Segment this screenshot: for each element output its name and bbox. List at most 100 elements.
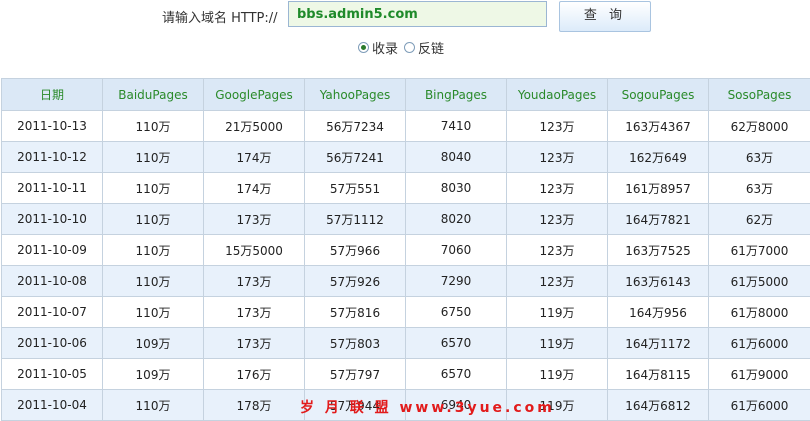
pages-cell: 110万 <box>103 235 204 266</box>
pages-cell: 57万816 <box>305 297 406 328</box>
pages-cell: 21万5000 <box>204 111 305 142</box>
pages-cell: 164万8115 <box>608 359 709 390</box>
pages-cell: 109万 <box>103 328 204 359</box>
query-form: 请输入域名 HTTP:// 查 询 收录 反链 <box>0 0 810 62</box>
table-row: 2011-10-08110万173万57万9267290123万163万6143… <box>2 266 810 297</box>
pages-cell: 174万 <box>204 173 305 204</box>
pages-cell: 176万 <box>204 359 305 390</box>
table-row: 2011-10-11110万174万57万5518030123万161万8957… <box>2 173 810 204</box>
pages-cell: 6570 <box>406 359 507 390</box>
date-cell: 2011-10-05 <box>2 359 103 390</box>
column-header-date: 日期 <box>2 79 103 111</box>
column-header-sogou: SogouPages <box>608 79 709 111</box>
table-row: 2011-10-10110万173万57万11128020123万164万782… <box>2 204 810 235</box>
radio-unselected-icon[interactable] <box>404 42 415 53</box>
date-cell: 2011-10-11 <box>2 173 103 204</box>
pages-cell: 62万8000 <box>709 111 810 142</box>
pages-cell: 7060 <box>406 235 507 266</box>
pages-cell: 61万6000 <box>709 328 810 359</box>
pages-cell: 110万 <box>103 111 204 142</box>
domain-label: 请输入域名 HTTP:// <box>162 7 278 26</box>
pages-cell: 57万966 <box>305 235 406 266</box>
pages-cell: 110万 <box>103 142 204 173</box>
pages-cell: 61万5000 <box>709 266 810 297</box>
pages-cell: 7290 <box>406 266 507 297</box>
pages-cell: 8040 <box>406 142 507 173</box>
pages-cell: 62万 <box>709 204 810 235</box>
date-cell: 2011-10-04 <box>2 390 103 421</box>
pages-cell: 57万1112 <box>305 204 406 235</box>
column-header-bing: BingPages <box>406 79 507 111</box>
table-row: 2011-10-13110万21万500056万72347410123万163万… <box>2 111 810 142</box>
pages-cell: 119万 <box>507 328 608 359</box>
pages-table: 日期 BaiduPages GooglePages YahooPages Bin… <box>1 78 810 421</box>
pages-cell: 109万 <box>103 359 204 390</box>
query-button[interactable]: 查 询 <box>559 1 651 32</box>
pages-cell: 163万6143 <box>608 266 709 297</box>
watermark-text: 岁 月 联 盟 www.3yue.com <box>300 397 555 417</box>
pages-cell: 164万1172 <box>608 328 709 359</box>
date-cell: 2011-10-09 <box>2 235 103 266</box>
column-header-soso: SosoPages <box>709 79 810 111</box>
radio-fanlian-label: 反链 <box>418 38 444 57</box>
pages-cell: 119万 <box>507 359 608 390</box>
pages-cell: 57万926 <box>305 266 406 297</box>
pages-cell: 110万 <box>103 173 204 204</box>
pages-cell: 174万 <box>204 142 305 173</box>
pages-cell: 63万 <box>709 142 810 173</box>
pages-cell: 8030 <box>406 173 507 204</box>
radio-fanlian[interactable]: 反链 <box>404 38 444 57</box>
pages-cell: 15万5000 <box>204 235 305 266</box>
pages-cell: 110万 <box>103 297 204 328</box>
pages-cell: 56万7241 <box>305 142 406 173</box>
pages-cell: 163万4367 <box>608 111 709 142</box>
pages-cell: 123万 <box>507 142 608 173</box>
date-cell: 2011-10-08 <box>2 266 103 297</box>
pages-cell: 110万 <box>103 266 204 297</box>
domain-input[interactable] <box>288 1 547 27</box>
pages-cell: 61万8000 <box>709 297 810 328</box>
pages-cell: 8020 <box>406 204 507 235</box>
pages-cell: 164万6812 <box>608 390 709 421</box>
pages-cell: 61万9000 <box>709 359 810 390</box>
pages-cell: 173万 <box>204 328 305 359</box>
date-cell: 2011-10-07 <box>2 297 103 328</box>
pages-cell: 123万 <box>507 266 608 297</box>
table-row: 2011-10-06109万173万57万8036570119万164万1172… <box>2 328 810 359</box>
pages-cell: 56万7234 <box>305 111 406 142</box>
pages-cell: 173万 <box>204 266 305 297</box>
pages-cell: 123万 <box>507 173 608 204</box>
pages-cell: 61万7000 <box>709 235 810 266</box>
pages-cell: 110万 <box>103 204 204 235</box>
column-header-youdao: YoudaoPages <box>507 79 608 111</box>
pages-cell: 123万 <box>507 235 608 266</box>
pages-cell: 163万7525 <box>608 235 709 266</box>
column-header-baidu: BaiduPages <box>103 79 204 111</box>
pages-cell: 164万956 <box>608 297 709 328</box>
pages-cell: 173万 <box>204 204 305 235</box>
radio-shoulu-label: 收录 <box>372 38 398 57</box>
date-cell: 2011-10-10 <box>2 204 103 235</box>
pages-cell: 63万 <box>709 173 810 204</box>
pages-cell: 164万7821 <box>608 204 709 235</box>
pages-cell: 123万 <box>507 204 608 235</box>
pages-cell: 123万 <box>507 111 608 142</box>
pages-cell: 57万797 <box>305 359 406 390</box>
radio-shoulu[interactable]: 收录 <box>358 38 398 57</box>
date-cell: 2011-10-12 <box>2 142 103 173</box>
table-row: 2011-10-12110万174万56万72418040123万162万649… <box>2 142 810 173</box>
column-header-google: GooglePages <box>204 79 305 111</box>
pages-cell: 7410 <box>406 111 507 142</box>
radio-selected-icon[interactable] <box>358 42 369 53</box>
date-cell: 2011-10-06 <box>2 328 103 359</box>
pages-cell: 162万649 <box>608 142 709 173</box>
pages-cell: 6570 <box>406 328 507 359</box>
column-header-yahoo: YahooPages <box>305 79 406 111</box>
pages-cell: 110万 <box>103 390 204 421</box>
pages-cell: 161万8957 <box>608 173 709 204</box>
pages-cell: 57万551 <box>305 173 406 204</box>
date-cell: 2011-10-13 <box>2 111 103 142</box>
pages-cell: 61万6000 <box>709 390 810 421</box>
pages-cell: 119万 <box>507 297 608 328</box>
pages-cell: 173万 <box>204 297 305 328</box>
